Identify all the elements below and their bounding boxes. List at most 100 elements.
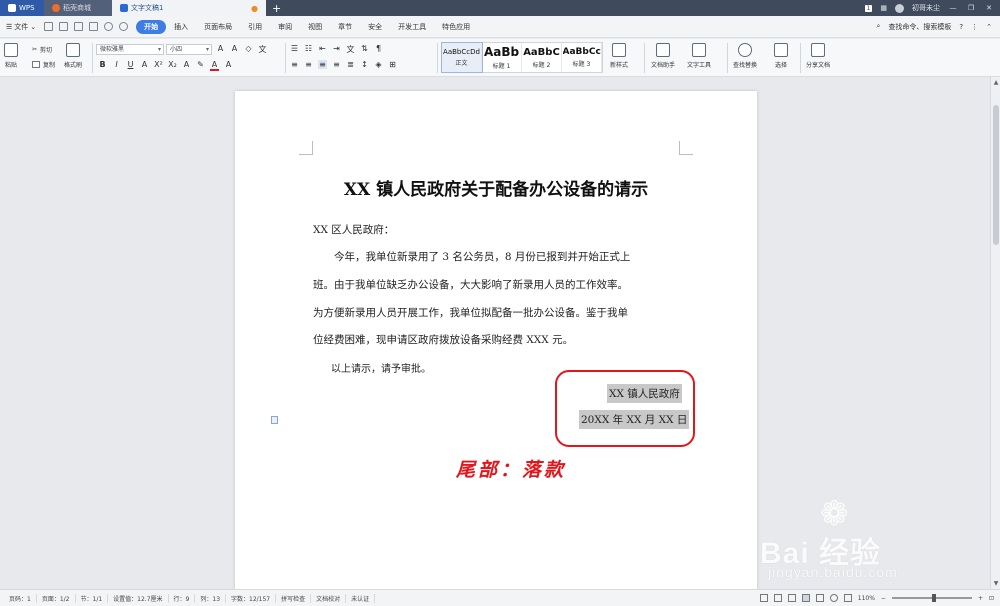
undo-icon[interactable]: [104, 22, 114, 31]
menu-tab-insert[interactable]: 插入: [166, 20, 196, 34]
print-preview-icon[interactable]: [89, 22, 99, 31]
collapse-ribbon-icon[interactable]: ⌃: [986, 23, 992, 31]
scroll-up-icon[interactable]: ▲: [991, 79, 1000, 86]
highlight-icon[interactable]: ✎: [196, 60, 205, 71]
font-name-select[interactable]: 微软雅黑: [96, 44, 164, 55]
increase-indent-icon[interactable]: ⇥: [332, 44, 341, 55]
zoom-level[interactable]: 110%: [858, 595, 875, 602]
minimize-button[interactable]: —: [948, 4, 958, 12]
command-search[interactable]: 查找命令、搜索模板: [888, 22, 951, 32]
menu-tab-special[interactable]: 特色应用: [434, 20, 478, 34]
doc-helper-button[interactable]: 文档助手: [651, 43, 675, 69]
body-line[interactable]: 班。由于我单位缺乏办公设备，大大影响了新录用人员的工作效率。: [313, 277, 628, 292]
select-button[interactable]: 选择: [774, 43, 788, 69]
align-left-icon[interactable]: ≡: [290, 60, 299, 69]
shading-icon[interactable]: ◈: [374, 60, 383, 69]
char-shading-icon[interactable]: A: [224, 60, 233, 71]
style-heading-2[interactable]: AaBbC 标题 2: [522, 43, 562, 72]
spell-check-button[interactable]: 拼写检查: [276, 593, 312, 603]
status-setting[interactable]: 设置值：12.7厘米: [108, 593, 169, 603]
chinese-layout-icon[interactable]: 文: [346, 44, 355, 55]
fit-page-icon[interactable]: ⊡: [989, 595, 994, 602]
copy-button[interactable]: 复制: [32, 60, 55, 69]
menu-tab-security[interactable]: 安全: [360, 20, 390, 34]
status-word-count[interactable]: 字数：12/157: [226, 593, 277, 603]
menu-tab-references[interactable]: 引用: [240, 20, 270, 34]
close-button[interactable]: ✕: [984, 4, 994, 12]
web-view-icon[interactable]: [829, 594, 838, 602]
borders-icon[interactable]: ⊞: [388, 60, 397, 69]
user-name[interactable]: 初哥未尘: [912, 3, 940, 13]
style-normal[interactable]: AaBbCcDd 正文: [441, 42, 483, 73]
grid-icon[interactable]: ▦: [880, 4, 887, 12]
format-painter-button[interactable]: 格式刷: [64, 43, 82, 69]
more-icon[interactable]: ⋮: [971, 23, 978, 31]
paste-button[interactable]: 粘贴: [4, 43, 18, 69]
align-right-icon[interactable]: ≡: [318, 60, 327, 69]
align-center-icon[interactable]: ≡: [304, 60, 313, 69]
certification-status[interactable]: 未认证: [346, 593, 376, 603]
status-section[interactable]: 节：1/1: [76, 593, 109, 603]
vertical-scrollbar[interactable]: ▲ ▼: [990, 77, 1000, 589]
avatar[interactable]: [895, 3, 904, 13]
menu-tab-page-layout[interactable]: 页面布局: [196, 20, 240, 34]
menu-tab-section[interactable]: 章节: [330, 20, 360, 34]
bold-icon[interactable]: B: [98, 60, 107, 71]
numbered-list-icon[interactable]: ☷: [304, 44, 313, 55]
find-replace-button[interactable]: 查找替换: [733, 43, 757, 69]
status-row[interactable]: 行：9: [169, 593, 196, 603]
document-title[interactable]: XX 镇人民政府关于配备办公设备的请示: [313, 175, 679, 200]
show-marks-icon[interactable]: ¶: [374, 44, 383, 55]
zoom-out-icon[interactable]: −: [881, 595, 886, 602]
export-icon[interactable]: [59, 22, 69, 31]
file-menu[interactable]: ☰ 文件 ⌄: [6, 22, 36, 32]
tab-document[interactable]: 文字文稿1 ●: [112, 0, 266, 16]
clear-format-icon[interactable]: ◇: [244, 44, 253, 55]
decrease-indent-icon[interactable]: ⇤: [318, 44, 327, 55]
zoom-slider-knob[interactable]: [931, 594, 936, 602]
eye-protection-icon[interactable]: [843, 594, 852, 602]
share-doc-button[interactable]: 分享文档: [806, 43, 830, 69]
shrink-font-icon[interactable]: A: [230, 44, 239, 55]
body-line[interactable]: 位经费困难，现申请区政府拨放设备采购经费 XXX 元。: [313, 332, 573, 347]
help-button[interactable]: ?: [959, 23, 963, 31]
menu-tab-developer[interactable]: 开发工具: [390, 20, 434, 34]
text-effect-icon[interactable]: A: [182, 60, 191, 71]
body-line[interactable]: 今年，我单位新录用了 3 名公务员，8 月份已报到并开始正式上: [334, 249, 630, 264]
scroll-down-icon[interactable]: ▼: [991, 580, 1000, 587]
closing-line[interactable]: 以上请示，请予审批。: [331, 360, 431, 375]
superscript-icon[interactable]: X²: [154, 60, 163, 71]
sort-icon[interactable]: ⇅: [360, 44, 369, 55]
redo-icon[interactable]: [119, 22, 129, 31]
status-page-number[interactable]: 页码：1: [4, 593, 37, 603]
grow-font-icon[interactable]: A: [216, 44, 225, 55]
text-tools-button[interactable]: 文字工具: [687, 43, 711, 69]
subscript-icon[interactable]: X₂: [168, 60, 177, 71]
tab-unsaved-dot-icon[interactable]: ●: [251, 4, 258, 13]
reading-view-icon[interactable]: [773, 594, 782, 602]
outline-view-icon[interactable]: [815, 594, 824, 602]
align-justify-icon[interactable]: ≡: [332, 60, 341, 69]
tab-wps[interactable]: WPS: [0, 0, 44, 16]
edit-view-icon[interactable]: [787, 594, 796, 602]
document-page[interactable]: XX 镇人民政府关于配备办公设备的请示 XX 区人民政府： 今年，我单位新录用了…: [235, 91, 757, 591]
bullet-list-icon[interactable]: ☰: [290, 44, 299, 55]
new-style-button[interactable]: 新样式: [610, 43, 628, 69]
line-spacing-icon[interactable]: ↕: [360, 60, 369, 69]
italic-icon[interactable]: I: [112, 60, 121, 71]
full-screen-icon[interactable]: [759, 594, 768, 602]
style-heading-3[interactable]: AaBbCc 标题 3: [562, 43, 602, 72]
status-col[interactable]: 列：13: [195, 593, 227, 603]
body-line[interactable]: 为方便新录用人员开展工作，我单位拟配备一批办公设备。鉴于我单: [313, 305, 628, 320]
font-size-select[interactable]: 小四: [166, 44, 212, 55]
zoom-slider[interactable]: [891, 594, 972, 602]
cut-button[interactable]: ✂ 剪切: [32, 45, 52, 54]
status-page[interactable]: 页面：1/2: [37, 593, 76, 603]
print-icon[interactable]: [74, 22, 84, 31]
save-icon[interactable]: [44, 22, 54, 31]
underline-icon[interactable]: U: [126, 60, 135, 71]
strikethrough-icon[interactable]: A: [140, 60, 149, 71]
zoom-in-icon[interactable]: +: [978, 595, 983, 602]
recipient-line[interactable]: XX 区人民政府：: [313, 222, 394, 237]
page-view-icon[interactable]: [801, 594, 810, 602]
